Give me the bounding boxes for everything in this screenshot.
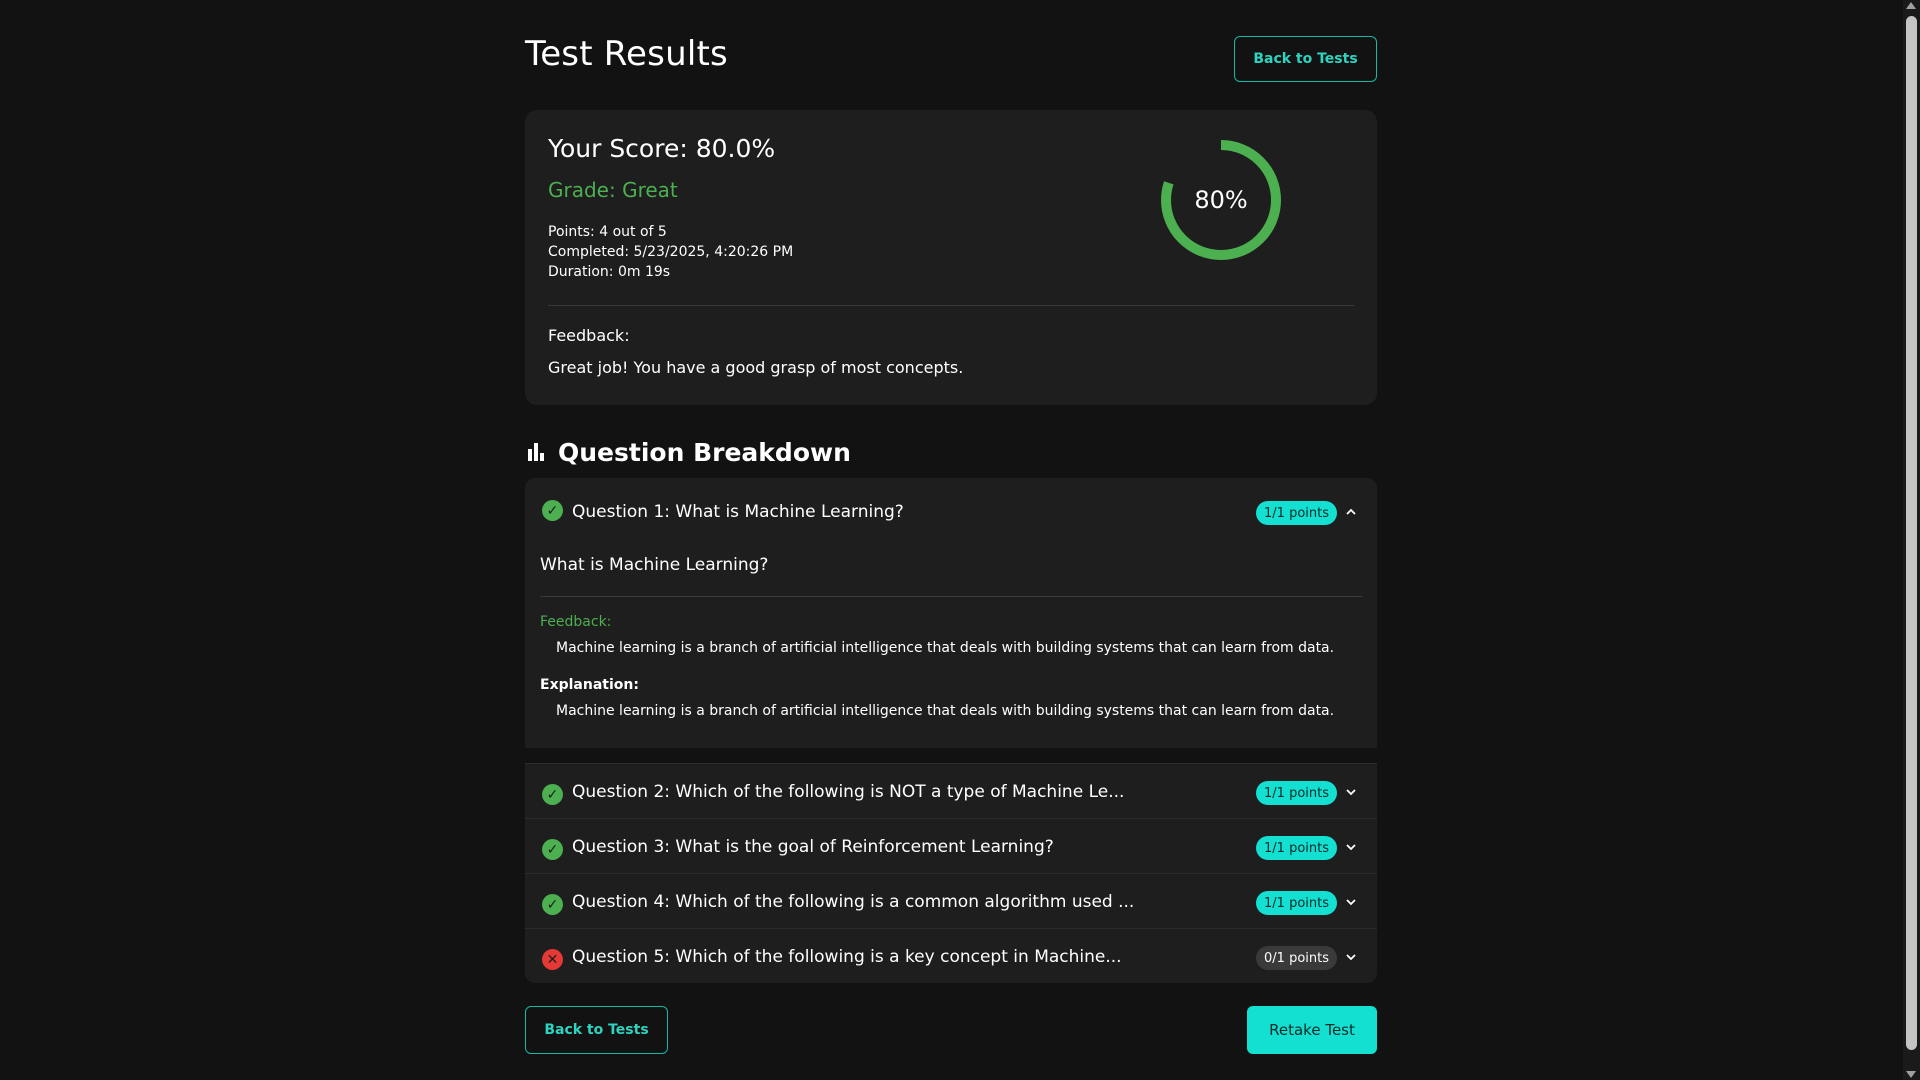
x-circle-icon: ✕ [542, 949, 563, 970]
question-title: Question 3: What is the goal of Reinforc… [572, 837, 1054, 857]
duration-text: Duration: 0m 19s [548, 264, 671, 280]
scroll-down-arrow-icon[interactable] [1906, 1071, 1916, 1078]
points-text: Points: 4 out of 5 [548, 224, 667, 240]
points-badge: 1/1 points [1256, 781, 1337, 805]
question-row-1[interactable]: ✓ Question 1: What is Machine Learning? … [525, 478, 1377, 546]
points-badge: 1/1 points [1256, 891, 1337, 915]
page-header: Test Results Back to Tests [525, 28, 1377, 82]
explanation-text: Machine learning is a branch of artifici… [556, 703, 1335, 719]
chevron-down-icon[interactable] [1345, 841, 1357, 853]
score-label: Your Score: 80.0% [548, 134, 776, 163]
chevron-down-icon[interactable] [1345, 896, 1357, 908]
question-row-4[interactable]: ✓ Question 4: Which of the following is … [525, 873, 1377, 928]
question-feedback-text: Machine learning is a branch of artifici… [556, 640, 1335, 656]
breakdown-title: Question Breakdown [558, 437, 851, 467]
question-title: Question 2: Which of the following is NO… [572, 782, 1125, 802]
scroll-up-arrow-icon[interactable] [1906, 2, 1916, 9]
score-gauge-value: 80% [1194, 186, 1248, 214]
bar-chart-icon [528, 443, 546, 461]
feedback-text: Great job! You have a good grasp of most… [548, 358, 964, 377]
feedback-label: Feedback: [548, 326, 630, 345]
question-row-2[interactable]: ✓ Question 2: Which of the following is … [525, 763, 1377, 818]
points-badge: 0/1 points [1256, 946, 1337, 970]
question-title: Question 5: Which of the following is a … [572, 947, 1122, 967]
points-badge: 1/1 points [1256, 501, 1337, 525]
chevron-up-icon[interactable] [1345, 506, 1357, 518]
completed-text: Completed: 5/23/2025, 4:20:26 PM [548, 244, 794, 260]
check-circle-icon: ✓ [542, 500, 563, 521]
score-divider [548, 305, 1354, 306]
question-list: ✓ Question 1: What is Machine Learning? … [525, 478, 1377, 983]
question-row-3[interactable]: ✓ Question 3: What is the goal of Reinfo… [525, 818, 1377, 873]
back-to-tests-button-top[interactable]: Back to Tests [1234, 36, 1377, 82]
footer-actions: Back to Tests Retake Test [525, 1006, 1377, 1054]
question-feedback-label: Feedback: [540, 614, 612, 630]
breakdown-heading: Question Breakdown [525, 436, 851, 468]
vertical-scrollbar[interactable] [1903, 0, 1920, 1080]
retake-test-button[interactable]: Retake Test [1247, 1006, 1377, 1054]
question-text: What is Machine Learning? [540, 555, 769, 575]
check-circle-icon: ✓ [542, 784, 563, 805]
points-badge: 1/1 points [1256, 836, 1337, 860]
scrollbar-thumb[interactable] [1906, 16, 1917, 1050]
check-circle-icon: ✓ [542, 839, 563, 860]
score-meta: Points: 4 out of 5 Completed: 5/23/2025,… [548, 222, 793, 282]
question-gap [525, 748, 1377, 763]
question-1-details: What is Machine Learning? Feedback: Mach… [525, 546, 1377, 748]
question-divider [540, 596, 1362, 597]
question-row-5[interactable]: ✕ Question 5: Which of the following is … [525, 928, 1377, 983]
back-to-tests-button-bottom[interactable]: Back to Tests [525, 1006, 668, 1054]
chevron-down-icon[interactable] [1345, 951, 1357, 963]
question-title: Question 4: Which of the following is a … [572, 892, 1135, 912]
explanation-label: Explanation: [540, 677, 639, 693]
grade-label: Grade: Great [548, 178, 678, 202]
check-circle-icon: ✓ [542, 894, 563, 915]
page-title: Test Results [525, 34, 728, 74]
question-title: Question 1: What is Machine Learning? [572, 502, 904, 522]
score-card: Your Score: 80.0% Grade: Great Points: 4… [525, 110, 1377, 405]
chevron-down-icon[interactable] [1345, 786, 1357, 798]
